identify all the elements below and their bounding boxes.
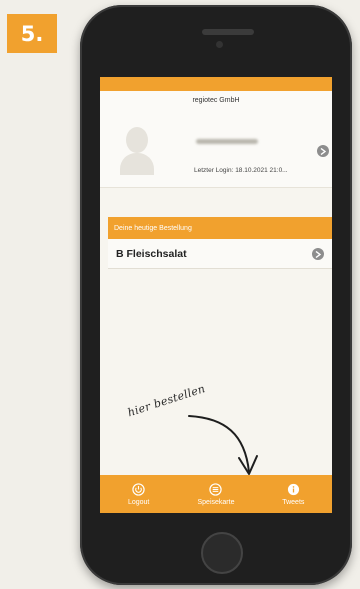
last-login-text: Letzter Login: 18.10.2021 21:0... (194, 167, 288, 174)
profile-row[interactable]: Letzter Login: 18.10.2021 21:0... (100, 109, 332, 188)
order-header-label: Deine heutige Bestellung (114, 224, 192, 232)
avatar (120, 127, 154, 175)
info-icon (287, 483, 299, 495)
order-item-row[interactable]: B Fleischsalat (108, 239, 332, 269)
phone-camera (216, 41, 223, 48)
tab-logout-label: Logout (127, 498, 150, 506)
step-number: 5. (20, 21, 44, 46)
tab-logout[interactable]: Logout (104, 482, 174, 506)
order-item-label: B Fleischsalat (116, 247, 187, 260)
home-button[interactable] (201, 532, 243, 574)
blurred-user-name (196, 139, 258, 144)
app-screen: regiotec GmbH Letzter Login: 18.10.2021 … (100, 77, 332, 513)
status-bar (100, 77, 332, 91)
phone-speaker (202, 29, 254, 35)
tab-tweets[interactable]: Tweets (258, 483, 328, 506)
power-icon (132, 482, 145, 496)
order-section-header: Deine heutige Bestellung (108, 217, 332, 239)
tab-tweets-label: Tweets (282, 498, 305, 506)
company-label: regiotec GmbH (192, 96, 240, 104)
annotation-arrow-icon (188, 415, 258, 475)
tab-speisekarte[interactable]: Speisekarte (181, 482, 251, 506)
company-name: regiotec GmbH (100, 91, 332, 109)
chevron-right-icon[interactable] (317, 145, 329, 157)
menu-list-icon (209, 482, 223, 496)
phone-frame: regiotec GmbH Letzter Login: 18.10.2021 … (80, 5, 352, 585)
bottom-tab-bar: Logout Speisekarte Tweets (100, 475, 332, 513)
tab-speisekarte-label: Speisekarte (197, 498, 235, 506)
step-number-badge: 5. (7, 14, 57, 53)
chevron-right-icon[interactable] (312, 248, 324, 260)
